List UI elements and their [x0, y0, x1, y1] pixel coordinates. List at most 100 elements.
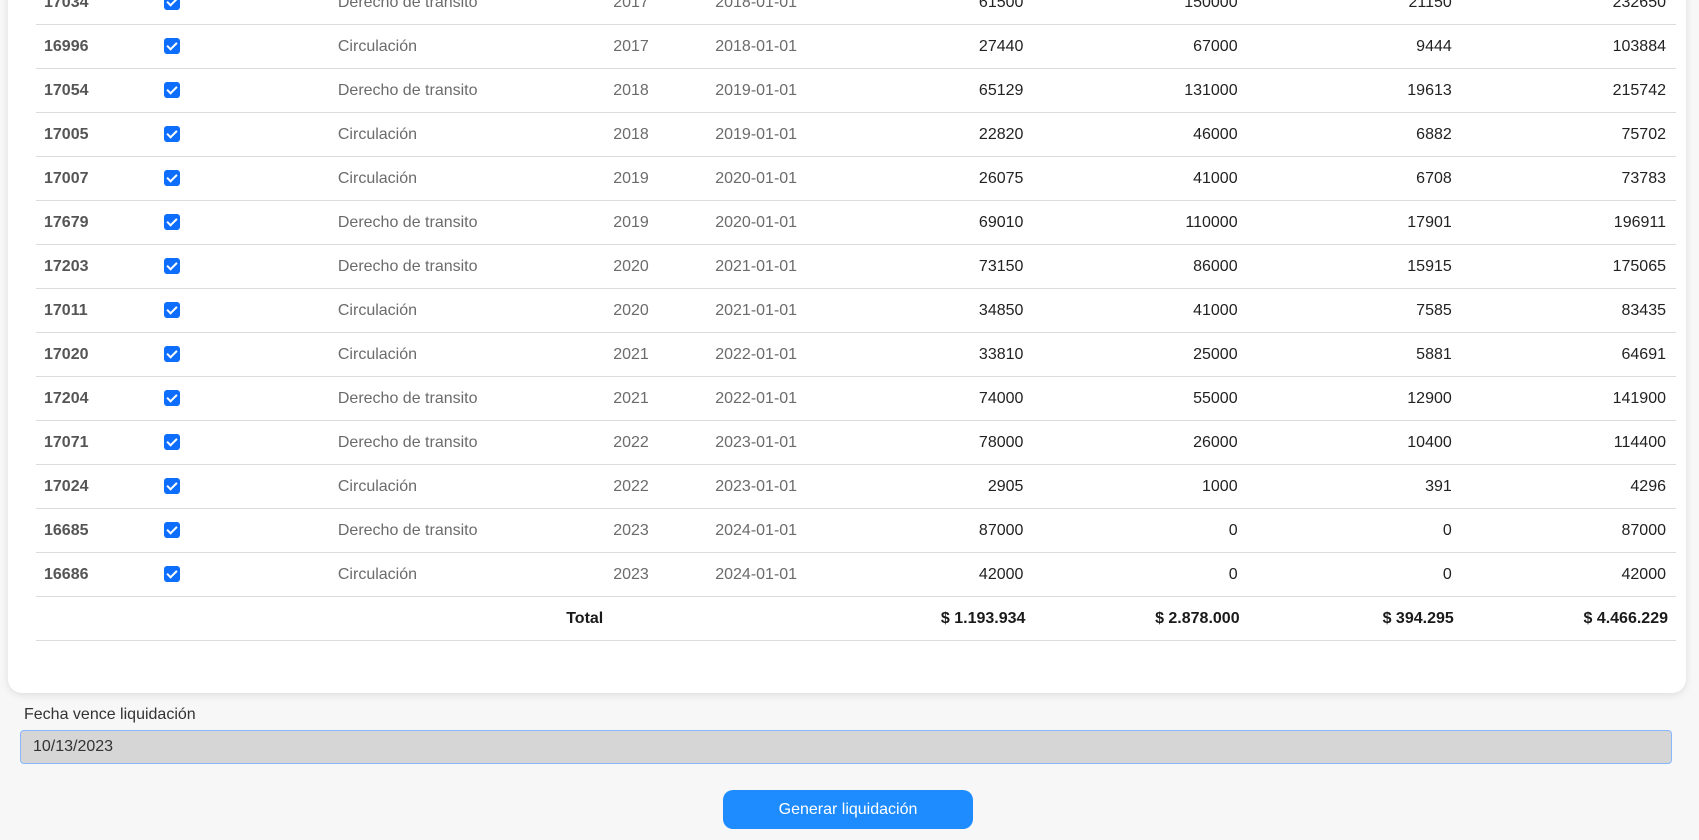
table-row: 17071 Derecho de transito 2022 2023-01-01 78…	[36, 420, 1676, 465]
row-checkbox	[154, 0, 338, 25]
row-date: 2024-01-01	[715, 508, 869, 553]
row-value-2: 26000	[1033, 420, 1248, 465]
row-concept: Circulación	[337, 332, 614, 377]
row-value-1: 42000	[868, 552, 1034, 597]
due-date-input[interactable]: 10/13/2023	[20, 730, 1672, 764]
row-concept: Circulación	[337, 464, 614, 509]
row-year: 2018	[613, 112, 716, 157]
row-concept: Derecho de transito	[337, 376, 614, 421]
row-date: 2020-01-01	[715, 156, 869, 201]
table-row: 17024 Circulación 2022 2023-01-01 2905 1000 39…	[36, 464, 1676, 509]
row-year: 2020	[613, 244, 716, 289]
table-row: 17034 Derecho de transito 2017 2018-01-01 61…	[36, 0, 1676, 25]
due-date-label: Fecha vence liquidación	[24, 706, 196, 723]
row-value-1: 65129	[868, 68, 1034, 113]
row-value-2: 25000	[1033, 332, 1248, 377]
table-body: 17034 Derecho de transito 2017 2018-01-01 61…	[36, 0, 1676, 597]
checkbox-checked-icon[interactable]	[164, 82, 181, 99]
row-checkbox	[154, 376, 338, 421]
table-row: 16685 Derecho de transito 2023 2024-01-01 87…	[36, 508, 1676, 553]
row-value-1: 87000	[868, 508, 1034, 553]
row-value-2: 55000	[1033, 376, 1248, 421]
row-value-4: 64691	[1461, 332, 1676, 377]
checkbox-checked-icon[interactable]	[164, 566, 181, 583]
row-value-3: 19613	[1247, 68, 1462, 113]
total-label: Total	[337, 596, 614, 641]
row-value-3: 21150	[1247, 0, 1462, 25]
row-value-3: 391	[1247, 464, 1462, 509]
row-concept: Derecho de transito	[337, 0, 614, 25]
row-id: 17020	[36, 332, 155, 377]
row-value-1: 69010	[868, 200, 1034, 245]
table-row: 17203 Derecho de transito 2020 2021-01-01 73…	[36, 244, 1676, 289]
row-id: 16686	[36, 552, 155, 597]
row-date: 2022-01-01	[715, 376, 869, 421]
row-concept: Circulación	[337, 24, 614, 69]
row-id: 17005	[36, 112, 155, 157]
checkbox-checked-icon[interactable]	[164, 258, 181, 275]
row-date: 2018-01-01	[715, 24, 869, 69]
row-id: 17204	[36, 376, 155, 421]
row-value-3: 0	[1247, 508, 1462, 553]
row-checkbox	[154, 112, 338, 157]
table-row: 17679 Derecho de transito 2019 2020-01-01 69…	[36, 200, 1676, 245]
row-year: 2022	[613, 464, 716, 509]
checkbox-checked-icon[interactable]	[164, 390, 181, 407]
row-id: 16996	[36, 24, 155, 69]
row-concept: Derecho de transito	[337, 244, 614, 289]
row-year: 2021	[613, 376, 716, 421]
row-id: 17024	[36, 464, 155, 509]
generate-liquidation-button[interactable]: Generar liquidación	[723, 790, 973, 829]
table-row: 17005 Circulación 2018 2019-01-01 22820 46000…	[36, 112, 1676, 157]
row-value-2: 150000	[1033, 0, 1248, 25]
checkbox-checked-icon[interactable]	[164, 126, 181, 143]
row-year: 2022	[613, 420, 716, 465]
row-concept: Derecho de transito	[337, 200, 614, 245]
row-value-2: 0	[1033, 508, 1248, 553]
checkbox-checked-icon[interactable]	[164, 346, 181, 363]
row-date: 2024-01-01	[715, 552, 869, 597]
row-value-3: 5881	[1247, 332, 1462, 377]
row-value-3: 17901	[1247, 200, 1462, 245]
row-value-4: 232650	[1461, 0, 1676, 25]
checkbox-checked-icon[interactable]	[164, 522, 181, 539]
row-value-4: 215742	[1461, 68, 1676, 113]
row-date: 2019-01-01	[715, 68, 869, 113]
row-concept: Circulación	[337, 112, 614, 157]
row-date: 2023-01-01	[715, 464, 869, 509]
checkbox-checked-icon[interactable]	[164, 434, 181, 451]
row-value-1: 78000	[868, 420, 1034, 465]
row-value-1: 27440	[868, 24, 1034, 69]
row-value-4: 114400	[1461, 420, 1676, 465]
row-value-4: 87000	[1461, 508, 1676, 553]
checkbox-checked-icon[interactable]	[164, 38, 181, 55]
row-checkbox	[154, 244, 338, 289]
table-row: 17007 Circulación 2019 2020-01-01 26075 41000…	[36, 156, 1676, 201]
checkbox-checked-icon[interactable]	[164, 0, 181, 11]
row-date: 2018-01-01	[715, 0, 869, 25]
row-checkbox	[154, 24, 338, 69]
row-value-4: 75702	[1461, 112, 1676, 157]
row-id: 16685	[36, 508, 155, 553]
row-year: 2019	[613, 200, 716, 245]
row-value-3: 6882	[1247, 112, 1462, 157]
checkbox-checked-icon[interactable]	[164, 478, 181, 495]
row-value-1: 26075	[868, 156, 1034, 201]
row-value-2: 1000	[1033, 464, 1248, 509]
row-value-1: 73150	[868, 244, 1034, 289]
liquidation-table: 17034 Derecho de transito 2017 2018-01-01 61…	[36, 0, 1676, 641]
row-value-3: 10400	[1247, 420, 1462, 465]
row-year: 2021	[613, 332, 716, 377]
checkbox-checked-icon[interactable]	[164, 302, 181, 319]
checkbox-checked-icon[interactable]	[164, 170, 181, 187]
row-value-4: 141900	[1461, 376, 1676, 421]
checkbox-checked-icon[interactable]	[164, 214, 181, 231]
row-year: 2017	[613, 0, 716, 25]
row-value-4: 103884	[1461, 24, 1676, 69]
row-value-1: 61500	[868, 0, 1034, 25]
row-year: 2023	[613, 552, 716, 597]
row-date: 2021-01-01	[715, 288, 869, 333]
row-checkbox	[154, 288, 338, 333]
row-checkbox	[154, 156, 338, 201]
total-col-4: $ 4.466.229	[1461, 596, 1676, 641]
